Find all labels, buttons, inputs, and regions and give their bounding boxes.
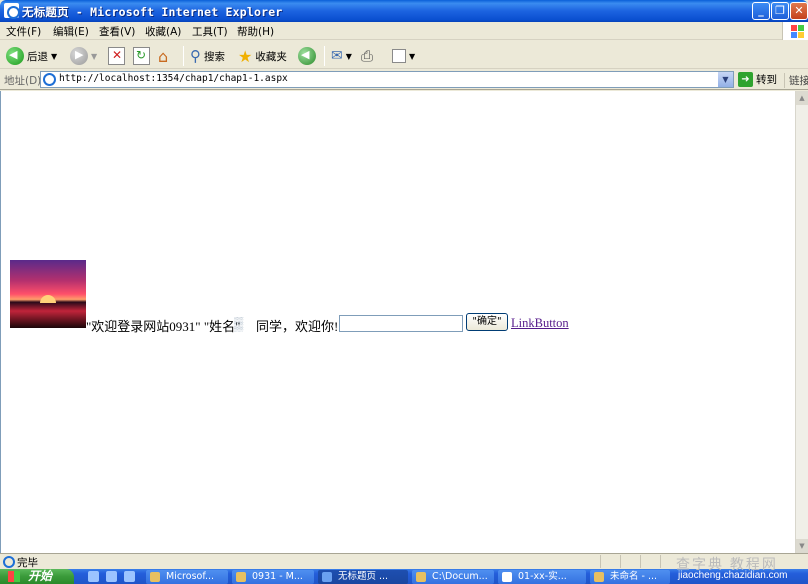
favorites-label: 收藏夹 — [255, 50, 287, 63]
menu-bar: 文件(F) 编辑(E) 查看(V) 收藏(A) 工具(T) 帮助(H) — [0, 22, 808, 40]
stop-icon: ✕ — [108, 47, 125, 65]
windows-logo-icon — [782, 22, 808, 40]
start-button[interactable]: 开始 — [0, 569, 74, 584]
home-icon: ⌂ — [158, 46, 169, 66]
paint-icon — [594, 572, 604, 582]
page-icon — [43, 73, 56, 86]
status-divider — [640, 555, 641, 568]
edit-button[interactable]: ▼ — [392, 45, 415, 67]
quicklaunch-ie-icon[interactable] — [88, 571, 99, 582]
menu-favorites[interactable]: 收藏(A) — [145, 24, 181, 39]
refresh-icon: ↻ — [133, 47, 150, 65]
window-title: 无标题页 - Microsoft Internet Explorer — [22, 5, 283, 19]
mail-button[interactable]: ✉ ▼ — [331, 45, 352, 67]
vs-icon — [236, 572, 246, 582]
sunset-image — [10, 260, 86, 328]
address-input[interactable]: http://localhost:1354/chap1/chap1-1.aspx… — [40, 71, 734, 88]
task-item[interactable]: 无标题页 ... — [318, 570, 408, 584]
menu-view[interactable]: 查看(V) — [99, 24, 135, 39]
print-button[interactable]: ⎙ — [361, 45, 373, 67]
refresh-button[interactable]: ↻ — [133, 45, 150, 67]
toolbar-separator — [183, 46, 184, 66]
go-label: 转到 — [756, 74, 777, 86]
menu-edit[interactable]: 编辑(E) — [53, 24, 89, 39]
scroll-down-icon[interactable]: ▼ — [796, 539, 808, 553]
star-icon: ★ — [238, 46, 253, 66]
link-button[interactable]: LinkButton — [511, 316, 569, 331]
history-button[interactable] — [298, 45, 316, 67]
forward-arrow-icon — [70, 47, 88, 65]
welcome-text: "欢迎登录网站0931" "姓名" — [86, 319, 241, 334]
status-divider — [620, 555, 621, 568]
task-item[interactable]: C:\Docum... — [412, 570, 494, 584]
task-item[interactable]: Microsof... — [146, 570, 228, 584]
address-bar: 地址(D) http://localhost:1354/chap1/chap1-… — [0, 70, 808, 90]
forward-button[interactable]: ▼ — [70, 45, 97, 67]
status-page-icon — [3, 556, 15, 568]
task-label: Microsof... — [166, 571, 215, 582]
address-dropdown-icon[interactable]: ▼ — [718, 72, 733, 87]
back-dropdown-icon[interactable]: ▼ — [51, 52, 57, 61]
minimize-button[interactable]: _ — [752, 2, 770, 20]
favorites-button[interactable]: ★ 收藏夹 — [238, 45, 287, 67]
task-item[interactable]: 01-xx-实... — [498, 570, 586, 584]
address-label: 地址(D) — [4, 75, 42, 87]
back-arrow-icon — [6, 47, 24, 65]
menu-help[interactable]: 帮助(H) — [237, 24, 274, 39]
blurred-name: ▒ — [234, 316, 244, 331]
document-icon — [502, 572, 512, 582]
go-button[interactable]: ➜ 转到 — [738, 72, 777, 87]
back-label: 后退 — [27, 50, 48, 63]
ie-task-icon — [322, 572, 332, 582]
name-input[interactable] — [339, 315, 463, 332]
menu-tools[interactable]: 工具(T) — [192, 24, 228, 39]
status-divider — [600, 555, 601, 568]
search-icon: ⚲ — [190, 47, 201, 65]
quicklaunch-media-icon[interactable] — [106, 571, 117, 582]
menu-file[interactable]: 文件(F) — [6, 24, 41, 39]
task-label: 01-xx-实... — [518, 571, 567, 582]
history-icon — [298, 47, 316, 65]
task-label: 0931 - M... — [252, 571, 303, 582]
forward-dropdown-icon[interactable]: ▼ — [91, 52, 97, 61]
go-arrow-icon: ➜ — [738, 72, 753, 87]
status-text: 完毕 — [17, 557, 38, 569]
mail-dropdown-icon[interactable]: ▼ — [346, 52, 352, 61]
browser-window: 无标题页 - Microsoft Internet Explorer _ ❐ ✕… — [0, 0, 808, 584]
title-bar[interactable]: 无标题页 - Microsoft Internet Explorer _ ❐ ✕ — [0, 0, 808, 22]
search-button[interactable]: ⚲ 搜索 — [190, 45, 225, 67]
windows-flag-icon — [8, 571, 20, 582]
greeting-text: 同学，欢迎你! — [256, 319, 339, 334]
edit-dropdown-icon[interactable]: ▼ — [409, 52, 415, 61]
toolbar: 后退 ▼ ▼ ✕ ↻ ⌂ ⚲ 搜索 ★ 收藏夹 ✉ ▼ — [0, 41, 808, 69]
links-button[interactable]: 链接 — [784, 73, 808, 88]
ie-icon — [4, 3, 20, 19]
vertical-scrollbar[interactable]: ▲ ▼ — [795, 91, 808, 553]
task-label: 无标题页 ... — [338, 571, 389, 582]
stop-button[interactable]: ✕ — [108, 45, 125, 67]
back-button[interactable]: 后退 ▼ — [6, 45, 57, 67]
mail-icon: ✉ — [331, 48, 343, 64]
task-item[interactable]: 未命名 - ... — [590, 570, 670, 584]
task-item[interactable]: 0931 - M... — [232, 570, 314, 584]
edit-page-icon — [392, 49, 406, 63]
home-button[interactable]: ⌂ — [158, 45, 168, 67]
quicklaunch-desktop-icon[interactable] — [124, 571, 135, 582]
maximize-button[interactable]: ❐ — [771, 2, 789, 20]
word-icon — [150, 572, 160, 582]
task-label: 未命名 - ... — [610, 571, 658, 582]
confirm-button[interactable]: "确定" — [466, 313, 508, 331]
printer-icon: ⎙ — [361, 47, 374, 65]
page-content: "欢迎登录网站0931" "姓名" ▒ 同学，欢迎你! "确定" LinkBut… — [0, 91, 795, 553]
toolbar-separator — [324, 46, 325, 66]
address-url: http://localhost:1354/chap1/chap1-1.aspx — [59, 73, 288, 84]
start-label: 开始 — [28, 569, 53, 583]
search-label: 搜索 — [204, 50, 225, 63]
folder-icon — [416, 572, 426, 582]
watermark-url: jiaocheng.chazidian.com — [678, 570, 788, 581]
task-label: C:\Docum... — [432, 571, 488, 582]
scroll-up-icon[interactable]: ▲ — [796, 91, 808, 105]
close-button[interactable]: ✕ — [790, 2, 808, 20]
status-divider — [660, 555, 661, 568]
